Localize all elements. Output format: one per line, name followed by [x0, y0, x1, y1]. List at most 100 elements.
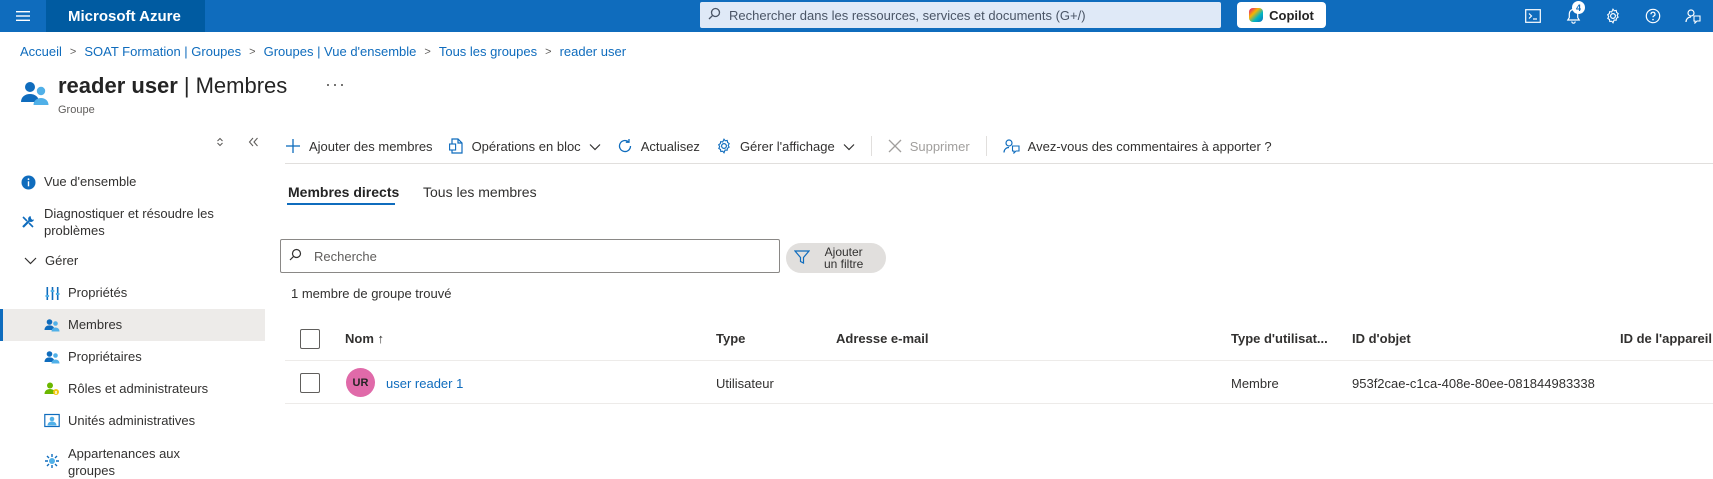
member-search-placeholder: Recherche — [314, 248, 377, 264]
result-count: 1 membre de groupe trouvé — [291, 286, 452, 301]
copilot-icon — [1249, 8, 1264, 22]
properties-icon — [44, 285, 60, 301]
tab-all-members[interactable]: Tous les membres — [423, 184, 537, 200]
tab-direct-members[interactable]: Membres directs — [288, 184, 399, 200]
more-options-icon[interactable]: ··· — [325, 74, 346, 95]
top-bar: Microsoft Azure Rechercher dans les ress… — [0, 0, 1713, 32]
roles-icon — [44, 381, 60, 397]
row-divider — [285, 403, 1713, 404]
group-name: reader user — [58, 73, 178, 98]
manage-view-button[interactable]: Gérer l'affichage — [716, 138, 855, 154]
sort-toggle-icon[interactable] — [216, 136, 224, 150]
sidebar-item-admin-units[interactable]: Unités administratives — [0, 413, 265, 433]
sidebar-item-label: Propriétés — [68, 285, 128, 300]
portal-brand[interactable]: Microsoft Azure — [46, 0, 205, 32]
sidebar-item-label: Membres — [68, 317, 123, 332]
add-members-button[interactable]: Ajouter des membres — [285, 138, 433, 154]
sidebar-item-group-memberships[interactable]: Appartenances aux groupes — [0, 445, 265, 479]
add-filter-label: Ajouter un filtre — [824, 246, 863, 270]
feedback-icon[interactable] — [1673, 0, 1713, 32]
top-bar-icons: 4 — [1513, 0, 1713, 32]
select-all-checkbox[interactable] — [300, 329, 320, 349]
chevron-right-icon: > — [69, 45, 77, 58]
page-title: reader user | Membres — [58, 73, 287, 99]
sidebar-item-label: Gérer — [45, 253, 79, 268]
header-divider — [285, 360, 1713, 361]
breadcrumb: Accueil > SOAT Formation | Groupes > Gro… — [20, 44, 626, 59]
member-name-link[interactable]: user reader 1 — [386, 376, 463, 391]
group-memberships-icon — [44, 453, 60, 469]
members-icon — [44, 317, 60, 333]
sidebar-item-overview[interactable]: Vue d'ensemble — [0, 174, 265, 194]
notification-bell-icon[interactable]: 4 — [1553, 0, 1593, 32]
bulk-operations-button[interactable]: Opérations en bloc — [448, 138, 601, 154]
breadcrumb-home[interactable]: Accueil — [20, 44, 62, 59]
menu-icon[interactable] — [0, 0, 46, 32]
sidebar-group-manage[interactable]: Gérer — [0, 253, 265, 273]
chevron-right-icon: > — [545, 45, 552, 58]
chevron-right-icon: > — [424, 45, 431, 58]
chevron-down-icon — [843, 139, 855, 154]
add-members-label: Ajouter des membres — [309, 138, 433, 154]
column-header-name[interactable]: Nom ↑ — [345, 331, 384, 346]
breadcrumb-current-group[interactable]: reader user — [560, 44, 626, 59]
cloud-shell-icon[interactable] — [1513, 0, 1553, 32]
avatar: UR — [346, 368, 375, 397]
breadcrumb-all-groups[interactable]: Tous les groupes — [439, 44, 537, 59]
copilot-button[interactable]: Copilot — [1237, 2, 1326, 28]
column-header-type[interactable]: Type — [716, 331, 745, 346]
refresh-button[interactable]: Actualisez — [617, 138, 700, 154]
collapse-sidebar-icon[interactable] — [248, 136, 259, 150]
global-search-input[interactable]: Rechercher dans les ressources, services… — [700, 2, 1221, 28]
sidebar-item-label: Unités administratives — [68, 413, 196, 428]
feedback-person-icon — [1003, 138, 1020, 154]
page-subtitle: Groupe — [58, 104, 95, 116]
column-header-email[interactable]: Adresse e-mail — [836, 331, 929, 346]
owners-icon — [44, 349, 60, 365]
feedback-label: Avez-vous des commentaires à apporter ? — [1027, 138, 1272, 154]
active-tab-indicator — [287, 203, 395, 205]
global-search-placeholder: Rechercher dans les ressources, services… — [729, 7, 1086, 23]
member-type: Utilisateur — [716, 376, 774, 391]
member-search-input[interactable]: Recherche — [280, 239, 780, 273]
command-bar: Ajouter des membres Opérations en bloc A… — [285, 133, 1288, 159]
column-header-user-type[interactable]: Type d'utilisat... — [1231, 331, 1328, 346]
sidebar-item-owners[interactable]: Propriétaires — [0, 349, 265, 369]
settings-gear-icon[interactable] — [1593, 0, 1633, 32]
gear-icon — [716, 138, 732, 154]
command-divider — [985, 136, 987, 156]
sidebar-item-label: Propriétaires — [68, 349, 142, 364]
feedback-button[interactable]: Avez-vous des commentaires à apporter ? — [1003, 138, 1272, 154]
help-icon[interactable] — [1633, 0, 1673, 32]
row-checkbox[interactable] — [300, 373, 320, 393]
document-icon — [448, 138, 464, 154]
delete-label: Supprimer — [909, 138, 970, 154]
column-header-device-id[interactable]: ID de l'appareil — [1620, 331, 1712, 346]
close-icon — [888, 139, 902, 153]
sidebar-item-members[interactable]: Membres — [0, 309, 265, 341]
section-name: Membres — [195, 73, 288, 98]
delete-button[interactable]: Supprimer — [888, 139, 970, 154]
sidebar-item-properties[interactable]: Propriétés — [0, 285, 265, 305]
refresh-icon — [617, 138, 633, 154]
column-header-object-id[interactable]: ID d'objet — [1352, 331, 1411, 346]
refresh-label: Actualisez — [640, 138, 700, 154]
breadcrumb-groups-overview[interactable]: Groupes | Vue d'ensemble — [264, 44, 417, 59]
add-filter-button[interactable]: Ajouter un filtre — [786, 243, 886, 273]
sidebar-item-roles[interactable]: Rôles et administrateurs — [0, 381, 265, 401]
title-separator: | — [183, 73, 190, 98]
member-user-type: Membre — [1231, 376, 1279, 391]
sidebar-item-diagnose[interactable]: Diagnostiquer et résoudre les problèmes — [0, 205, 265, 241]
command-bar-divider — [285, 163, 1713, 164]
group-icon — [20, 80, 50, 109]
command-divider — [870, 136, 872, 156]
sidebar-item-label: Vue d'ensemble — [44, 174, 137, 189]
manage-view-label: Gérer l'affichage — [739, 138, 835, 154]
notification-badge: 4 — [1572, 1, 1585, 14]
chevron-right-icon: > — [249, 45, 256, 58]
search-icon — [708, 7, 721, 23]
copilot-label: Copilot — [1269, 7, 1314, 23]
chevron-down-icon — [22, 253, 38, 269]
breadcrumb-tenant-groups[interactable]: SOAT Formation | Groupes — [84, 44, 241, 59]
member-object-id: 953f2cae-c1ca-408e-80ee-081844983338 — [1352, 376, 1595, 391]
